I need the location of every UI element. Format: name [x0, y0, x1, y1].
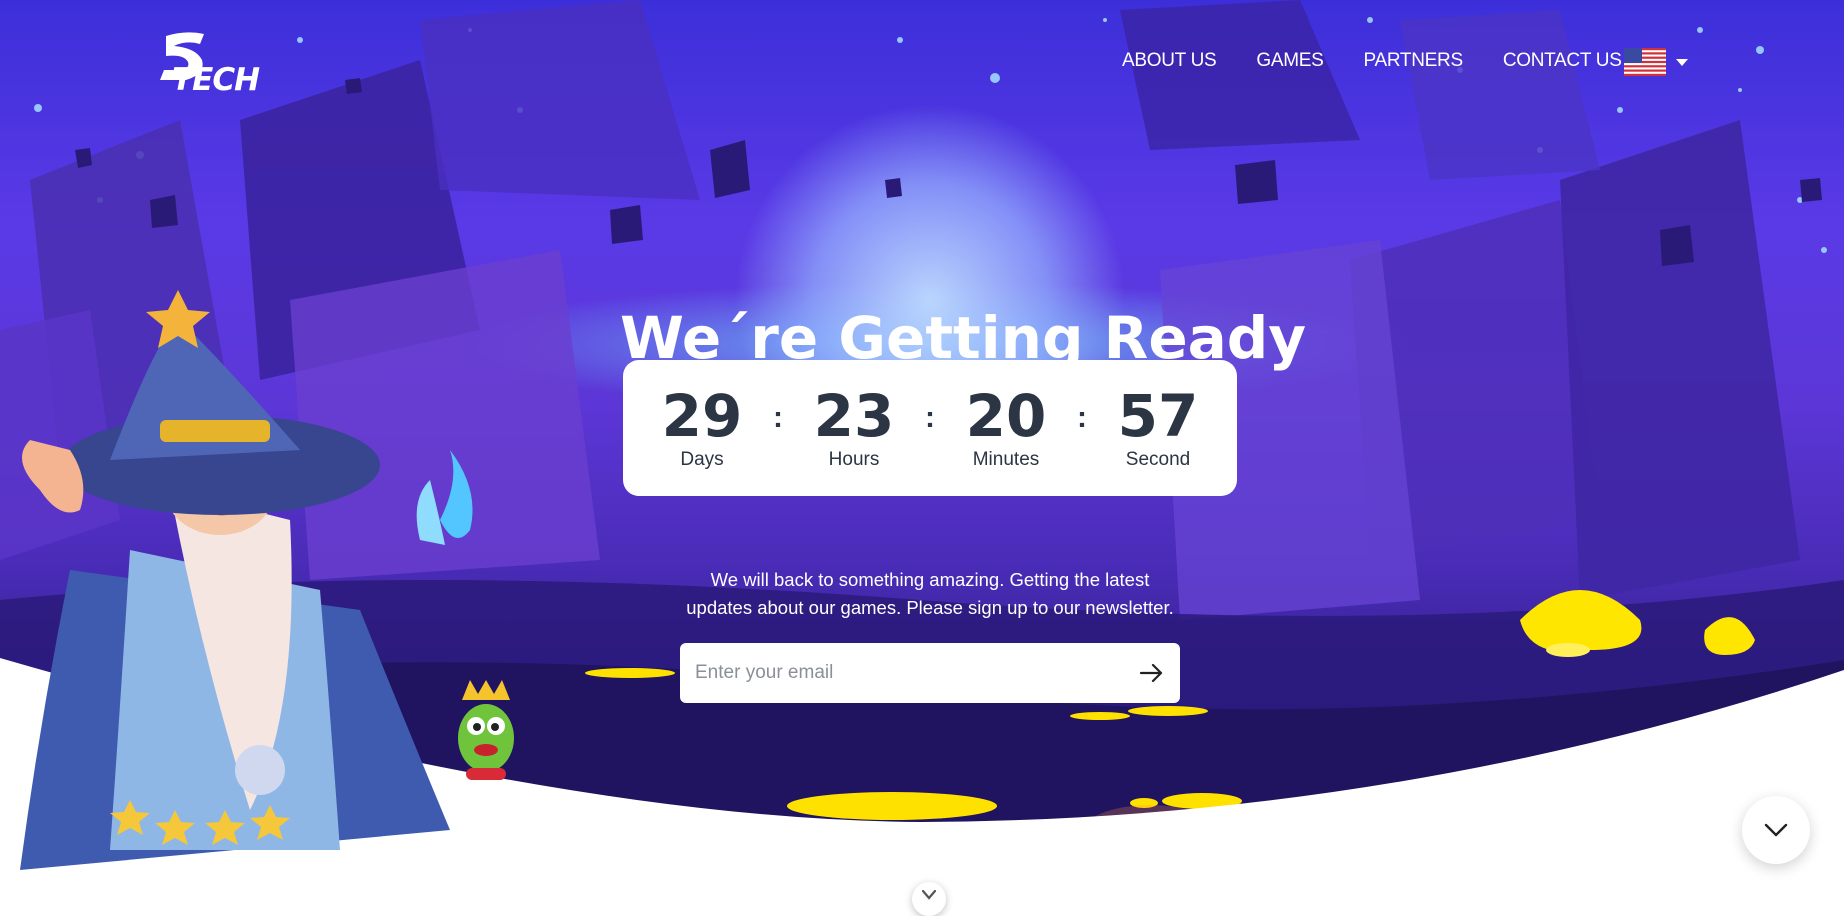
main-navigation: ABOUT US GAMES PARTNERS CONTACT US	[1122, 50, 1662, 72]
countdown-separator: :	[1077, 401, 1087, 434]
countdown-separator: :	[773, 401, 783, 434]
logo-text[interactable]: TECH	[172, 62, 260, 98]
minutes-value: 20	[965, 382, 1047, 450]
days-value: 29	[661, 382, 743, 450]
countdown-timer: 29 Days : 23 Hours : 20 Minutes : 57 Sec…	[623, 360, 1237, 496]
seconds-label: Second	[1125, 449, 1191, 470]
nav-about-us[interactable]: ABOUT US	[1122, 50, 1217, 72]
countdown-separator: :	[925, 401, 935, 434]
tagline-line: We will back to something amazing. Getti…	[710, 569, 1150, 590]
nav-games[interactable]: GAMES	[1256, 50, 1323, 72]
scroll-indicator[interactable]	[912, 882, 946, 916]
tagline-line: updates about our games. Please sign up …	[686, 597, 1174, 618]
wizard-character-illustration	[20, 290, 473, 870]
hours-value: 23	[813, 382, 895, 450]
days-label: Days	[680, 449, 724, 470]
scroll-down-button[interactable]	[1742, 796, 1810, 864]
countdown-seconds: 57 Second	[1098, 385, 1218, 471]
minutes-label: Minutes	[972, 449, 1040, 470]
hero-background: TECH ABOUT US GAMES PARTNERS CONTACT US …	[0, 0, 1844, 906]
language-selector[interactable]	[1624, 48, 1688, 76]
nav-partners[interactable]: PARTNERS	[1364, 50, 1464, 72]
newsletter-description: We will back to something amazing. Getti…	[660, 566, 1200, 622]
nav-contact-us[interactable]: CONTACT US	[1503, 50, 1622, 72]
countdown-minutes: 20 Minutes	[946, 385, 1066, 471]
email-input[interactable]	[680, 645, 1124, 701]
arrow-right-icon	[1139, 663, 1163, 683]
chevron-down-icon	[1764, 823, 1788, 837]
chevron-down-icon	[922, 890, 936, 900]
subscribe-button[interactable]	[1124, 645, 1180, 701]
hours-label: Hours	[828, 449, 880, 470]
frog-prince-illustration	[458, 680, 514, 780]
countdown-hours: 23 Hours	[794, 385, 914, 471]
countdown-days: 29 Days	[642, 385, 762, 471]
seconds-value: 57	[1117, 382, 1199, 450]
us-flag-icon	[1624, 48, 1666, 76]
newsletter-form	[680, 643, 1180, 703]
chevron-down-icon	[1676, 58, 1688, 66]
